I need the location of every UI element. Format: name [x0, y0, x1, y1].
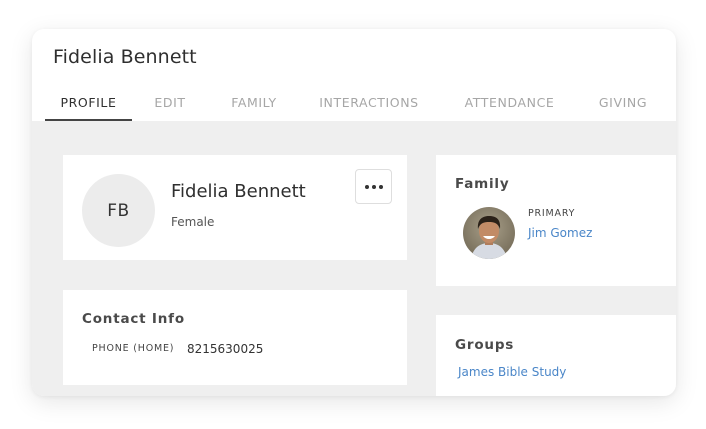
tab-attendance[interactable]: ATTENDANCE — [438, 89, 581, 119]
contact-info-heading: Contact Info — [82, 311, 185, 327]
group-link[interactable]: James Bible Study — [458, 365, 566, 379]
profile-name: Fidelia Bennett — [171, 181, 306, 202]
member-avatar[interactable] — [463, 207, 515, 259]
app-window: Fidelia Bennett PROFILE EDIT FAMILY INTE… — [32, 29, 676, 396]
tab-bar: PROFILE EDIT FAMILY INTERACTIONS ATTENDA… — [45, 89, 676, 121]
phone-value: 8215630025 — [187, 342, 264, 356]
family-card: Family PRIMARY Jim Gomez — [436, 155, 676, 286]
content-area: FB Fidelia Bennett Female Contact Info P… — [32, 121, 676, 396]
groups-heading: Groups — [455, 337, 515, 353]
tab-profile[interactable]: PROFILE — [45, 89, 132, 121]
profile-gender: Female — [171, 215, 215, 229]
member-photo-icon — [463, 207, 515, 259]
profile-card: FB Fidelia Bennett Female — [63, 155, 407, 260]
page-title: Fidelia Bennett — [53, 46, 197, 68]
tab-interactions[interactable]: INTERACTIONS — [300, 89, 438, 119]
tab-family[interactable]: FAMILY — [208, 89, 300, 119]
tab-edit[interactable]: EDIT — [132, 89, 208, 119]
avatar: FB — [82, 174, 155, 247]
more-options-button[interactable] — [355, 169, 392, 204]
groups-card: Groups James Bible Study — [436, 315, 676, 396]
member-name-link[interactable]: Jim Gomez — [528, 226, 592, 240]
phone-label: PHONE (HOME) — [92, 343, 175, 354]
tab-giving[interactable]: GIVING — [581, 89, 665, 119]
contact-info-card: Contact Info PHONE (HOME) 8215630025 — [63, 290, 407, 385]
family-heading: Family — [455, 176, 510, 192]
member-role: PRIMARY — [528, 208, 576, 219]
more-horizontal-icon — [364, 184, 383, 189]
